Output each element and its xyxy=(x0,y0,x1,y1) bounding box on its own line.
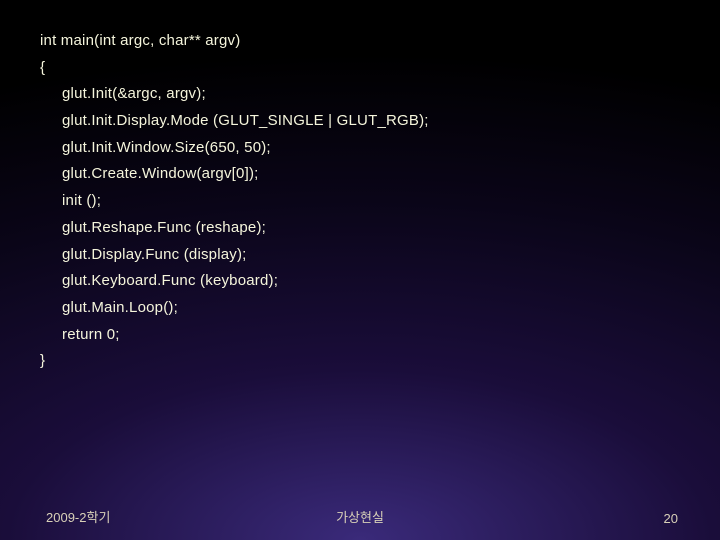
code-line: glut.Init.Display.Mode (GLUT_SINGLE | GL… xyxy=(40,108,680,135)
code-line: int main(int argc, char** argv) xyxy=(40,28,680,55)
code-line: glut.Keyboard.Func (keyboard); xyxy=(40,268,680,295)
code-line: glut.Init(&argc, argv); xyxy=(40,81,680,108)
code-line: glut.Init.Window.Size(650, 50); xyxy=(40,135,680,162)
code-line: init (); xyxy=(40,188,680,215)
code-line: glut.Create.Window(argv[0]); xyxy=(40,161,680,188)
code-line: glut.Display.Func (display); xyxy=(40,242,680,269)
code-line: glut.Main.Loop(); xyxy=(40,295,680,322)
code-line: glut.Reshape.Func (reshape); xyxy=(40,215,680,242)
footer-center: 가상현실 xyxy=(336,507,384,526)
code-line: return 0; xyxy=(40,322,680,349)
code-line: } xyxy=(40,348,680,375)
page-number: 20 xyxy=(664,511,678,526)
slide: int main(int argc, char** argv) { glut.I… xyxy=(0,0,720,540)
footer-left: 2009-2학기 xyxy=(46,507,110,526)
code-block: int main(int argc, char** argv) { glut.I… xyxy=(40,28,680,375)
code-line: { xyxy=(40,55,680,82)
